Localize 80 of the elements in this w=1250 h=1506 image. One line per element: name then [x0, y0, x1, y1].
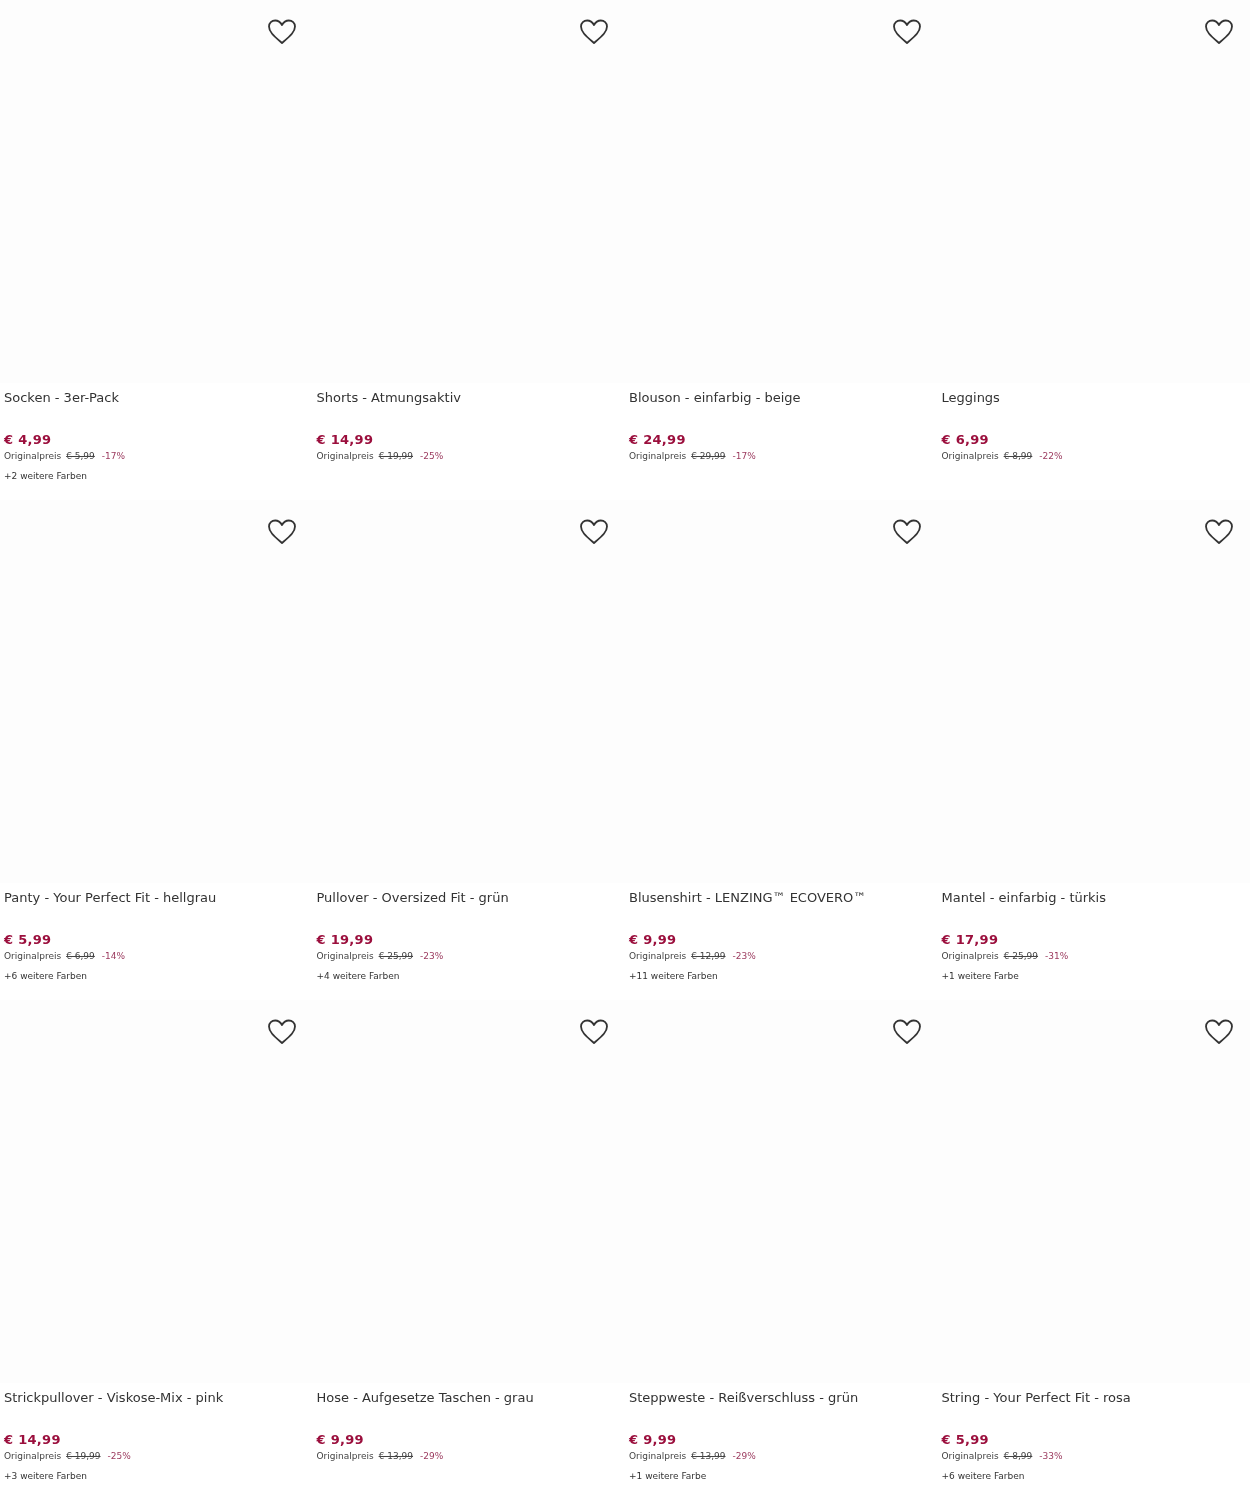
discount: -25% — [420, 450, 444, 462]
more-colors-link[interactable]: +1 weitere Farbe — [629, 1470, 707, 1482]
sale-price: € 4,99 — [4, 432, 52, 448]
product-name[interactable]: String - Your Perfect Fit - rosa — [941, 1389, 1131, 1407]
sale-price: € 14,99 — [316, 432, 374, 448]
original-price-label: Originalpreis — [941, 450, 999, 462]
wishlist-heart-icon[interactable] — [579, 18, 609, 46]
product-name[interactable]: Strickpullover - Viskose-Mix - pink — [4, 1389, 224, 1407]
wishlist-heart-icon[interactable] — [1204, 1018, 1234, 1046]
original-price: € 12,99 — [691, 950, 726, 962]
product-name[interactable]: Blusenshirt - LENZING™ ECOVERO™ — [629, 889, 867, 907]
product-name[interactable]: Hose - Aufgesetze Taschen - grau — [316, 1389, 534, 1407]
sale-price: € 19,99 — [316, 932, 374, 948]
original-price-label: Originalpreis — [941, 950, 999, 962]
original-price-label: Originalpreis — [629, 950, 687, 962]
discount: -29% — [420, 1450, 444, 1462]
wishlist-heart-icon[interactable] — [266, 18, 297, 46]
sale-price: € 24,99 — [629, 432, 686, 448]
sale-price: € 6,99 — [941, 432, 989, 448]
original-price-label: Originalpreis — [941, 1450, 999, 1462]
sale-price: € 5,99 — [941, 1432, 989, 1448]
wishlist-heart-icon[interactable] — [891, 18, 922, 46]
original-price-label: Originalpreis — [316, 1450, 374, 1462]
original-price: € 8,99 — [1003, 1450, 1033, 1462]
wishlist-heart-icon[interactable] — [266, 518, 297, 546]
original-price: € 19,99 — [66, 1450, 101, 1462]
product-name[interactable]: Panty - Your Perfect Fit - hellgrau — [4, 889, 217, 907]
wishlist-heart-icon[interactable] — [579, 518, 609, 546]
product-name[interactable]: Pullover - Oversized Fit - grün — [316, 889, 509, 907]
discount: -31% — [1045, 950, 1069, 962]
original-price: € 6,99 — [66, 950, 95, 962]
discount: -23% — [420, 950, 444, 962]
sale-price: € 5,99 — [4, 932, 52, 948]
sale-price: € 17,99 — [941, 932, 999, 948]
original-price: € 5,99 — [66, 450, 95, 462]
original-price: € 13,99 — [691, 1450, 726, 1462]
original-price: € 29,99 — [691, 450, 726, 462]
original-price-label: Originalpreis — [4, 1450, 62, 1462]
discount: -33% — [1039, 1450, 1063, 1462]
original-price: € 8,99 — [1003, 450, 1033, 462]
original-price-label: Originalpreis — [316, 950, 374, 962]
discount: -23% — [732, 950, 756, 962]
wishlist-heart-icon[interactable] — [1204, 18, 1234, 46]
discount: -29% — [732, 1450, 756, 1462]
original-price: € 25,99 — [378, 950, 414, 962]
more-colors-link[interactable]: +6 weitere Farben — [941, 1470, 1025, 1482]
more-colors-link[interactable]: +2 weitere Farben — [4, 470, 87, 482]
wishlist-heart-icon[interactable] — [891, 1018, 922, 1046]
sale-price: € 9,99 — [629, 932, 677, 948]
product-name[interactable]: Steppweste - Reißverschluss - grün — [629, 1389, 859, 1407]
original-price-label: Originalpreis — [4, 950, 62, 962]
original-price-label: Originalpreis — [629, 1450, 687, 1462]
more-colors-link[interactable]: +4 weitere Farben — [316, 970, 400, 982]
wishlist-heart-icon[interactable] — [579, 1018, 609, 1046]
wishlist-heart-icon[interactable] — [891, 518, 922, 546]
product-name[interactable]: Leggings — [941, 389, 1000, 407]
original-price: € 13,99 — [378, 1450, 414, 1462]
more-colors-link[interactable]: +1 weitere Farbe — [941, 970, 1019, 982]
discount: -14% — [101, 950, 126, 962]
more-colors-link[interactable]: +6 weitere Farben — [4, 970, 87, 982]
original-price-label: Originalpreis — [4, 450, 62, 462]
original-price-label: Originalpreis — [316, 450, 374, 462]
product-name[interactable]: Blouson - einfarbig - beige — [629, 389, 801, 407]
discount: -25% — [107, 1450, 131, 1462]
discount: -22% — [1039, 450, 1063, 462]
discount: -17% — [732, 450, 756, 462]
more-colors-link[interactable]: +11 weitere Farben — [629, 970, 718, 982]
original-price-label: Originalpreis — [629, 450, 687, 462]
original-price: € 19,99 — [378, 450, 414, 462]
wishlist-heart-icon[interactable] — [266, 1018, 297, 1046]
more-colors-link[interactable]: +3 weitere Farben — [4, 1470, 87, 1482]
product-name[interactable]: Socken - 3er-Pack — [4, 389, 119, 407]
product-name[interactable]: Mantel - einfarbig - türkis — [941, 889, 1106, 907]
discount: -17% — [101, 450, 126, 462]
sale-price: € 14,99 — [4, 1432, 61, 1448]
sale-price: € 9,99 — [629, 1432, 677, 1448]
product-name[interactable]: Shorts - Atmungsaktiv — [316, 389, 461, 407]
original-price: € 25,99 — [1003, 950, 1039, 962]
sale-price: € 9,99 — [316, 1432, 364, 1448]
wishlist-heart-icon[interactable] — [1204, 518, 1234, 546]
